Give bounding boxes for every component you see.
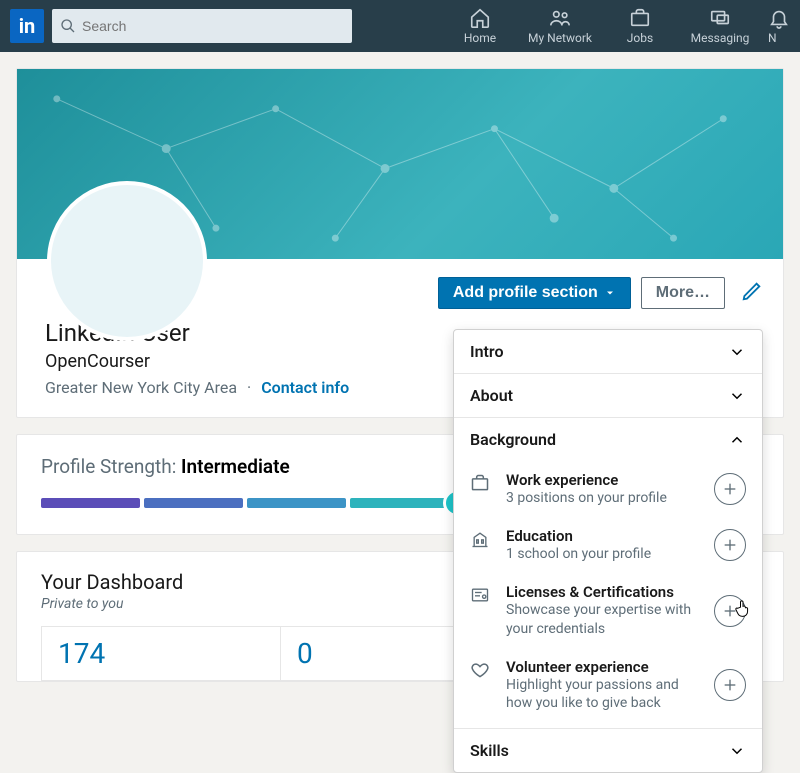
- home-icon: [469, 7, 491, 29]
- meter-seg: [350, 498, 449, 508]
- volunteer-desc: Highlight your passions and how you like…: [506, 676, 700, 712]
- add-profile-section-label: Add profile section: [453, 284, 598, 302]
- plus-icon: [722, 481, 738, 497]
- add-work-button[interactable]: [714, 473, 746, 505]
- meter-seg: [144, 498, 243, 508]
- background-item-work: Work experience 3 positions on your prof…: [470, 461, 746, 517]
- pencil-icon: [741, 280, 763, 302]
- chevron-down-icon: [728, 343, 746, 361]
- nav-home[interactable]: Home: [440, 7, 520, 45]
- add-volunteer-button[interactable]: [714, 669, 746, 701]
- add-section-dropdown: Intro About Background: [453, 329, 763, 773]
- dropdown-section-skills[interactable]: Skills: [454, 729, 762, 772]
- plus-icon: [722, 603, 738, 619]
- education-title: Education: [506, 527, 700, 545]
- messaging-icon: [709, 7, 731, 29]
- education-desc: 1 school on your profile: [506, 545, 700, 563]
- strength-prefix: Profile Strength:: [41, 455, 181, 478]
- work-title: Work experience: [506, 471, 700, 489]
- dropdown-section-about-label: About: [470, 386, 513, 405]
- nav-messaging[interactable]: Messaging: [680, 7, 760, 45]
- dashboard-stat[interactable]: 174: [42, 627, 281, 680]
- chevron-down-icon: [728, 387, 746, 405]
- chevron-down-icon: [728, 742, 746, 760]
- strength-level: Intermediate: [181, 455, 290, 478]
- more-button[interactable]: More…: [641, 277, 725, 309]
- dropdown-section-background[interactable]: Background: [454, 418, 762, 461]
- bell-icon: [768, 7, 790, 29]
- search-box[interactable]: [52, 9, 352, 43]
- jobs-icon: [629, 7, 651, 29]
- network-icon: [549, 7, 571, 29]
- briefcase-icon: [470, 473, 490, 493]
- meter-seg: [247, 498, 346, 508]
- plus-icon: [722, 677, 738, 693]
- dropdown-section-background-label: Background: [470, 430, 556, 449]
- nav-messaging-label: Messaging: [691, 31, 750, 45]
- separator-dot: ·: [247, 378, 251, 397]
- contact-info-link[interactable]: Contact info: [261, 378, 349, 397]
- edit-profile-button[interactable]: [741, 280, 763, 306]
- add-profile-section-button[interactable]: Add profile section: [438, 277, 631, 309]
- volunteer-title: Volunteer experience: [506, 658, 700, 676]
- licenses-desc: Showcase your expertise with your creden…: [506, 601, 700, 637]
- dropdown-section-intro-label: Intro: [470, 342, 504, 361]
- linkedin-logo[interactable]: in: [10, 9, 44, 43]
- add-licenses-button[interactable]: [714, 595, 746, 627]
- stat-value: 174: [58, 637, 264, 670]
- licenses-title: Licenses & Certifications: [506, 583, 700, 601]
- profile-location: Greater New York City Area: [45, 378, 237, 397]
- top-nav: in Home My Network Jobs Messaging N: [0, 0, 800, 52]
- background-item-licenses: Licenses & Certifications Showcase your …: [470, 573, 746, 647]
- nav-jobs[interactable]: Jobs: [600, 7, 680, 45]
- nav-notifications-label: N: [768, 31, 777, 45]
- dropdown-section-skills-label: Skills: [470, 741, 509, 760]
- caret-down-icon: [604, 287, 616, 299]
- nav-network[interactable]: My Network: [520, 7, 600, 45]
- profile-hero-card: Add profile section More… LinkedIn User …: [16, 68, 784, 418]
- search-input[interactable]: [82, 18, 344, 34]
- plus-icon: [722, 537, 738, 553]
- chevron-up-icon: [728, 431, 746, 449]
- nav-network-label: My Network: [528, 31, 592, 45]
- work-desc: 3 positions on your profile: [506, 489, 700, 507]
- background-item-education: Education 1 school on your profile: [470, 517, 746, 573]
- avatar[interactable]: [47, 181, 207, 341]
- nav-home-label: Home: [464, 31, 496, 45]
- nav-jobs-label: Jobs: [627, 31, 653, 45]
- dropdown-section-about[interactable]: About: [454, 374, 762, 417]
- certificate-icon: [470, 585, 490, 605]
- search-icon: [60, 18, 76, 34]
- dropdown-section-intro[interactable]: Intro: [454, 330, 762, 373]
- add-education-button[interactable]: [714, 529, 746, 561]
- education-icon: [470, 529, 490, 549]
- nav-notifications[interactable]: N: [760, 7, 790, 45]
- meter-seg: [41, 498, 140, 508]
- background-item-volunteer: Volunteer experience Highlight your pass…: [470, 648, 746, 722]
- heart-icon: [470, 660, 490, 680]
